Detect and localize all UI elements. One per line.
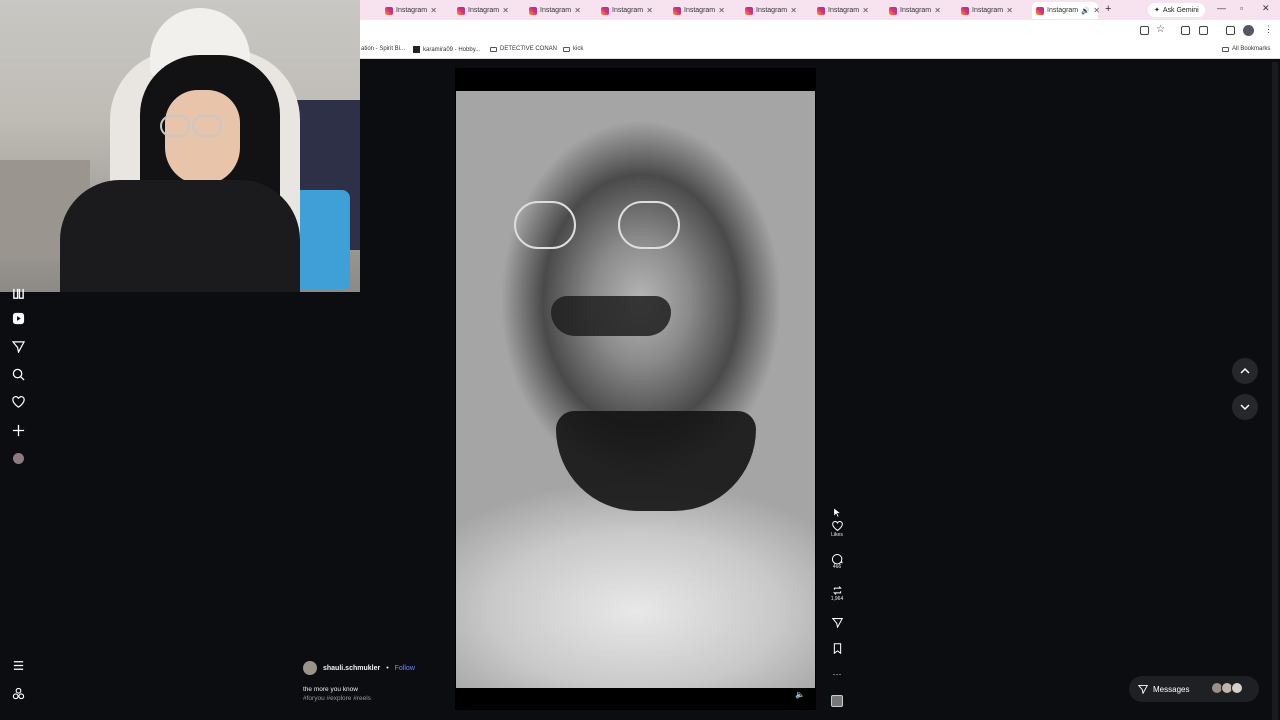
messages-button[interactable]: Messages (1129, 676, 1259, 702)
close-icon[interactable]: ✕ (502, 6, 509, 15)
cast-icon[interactable] (1140, 26, 1149, 35)
instagram-favicon-icon (385, 6, 393, 15)
close-icon[interactable]: ✕ (1006, 6, 1013, 15)
comment-count: 466 (832, 564, 842, 570)
instagram-favicon-icon (601, 6, 609, 15)
bookmark-item[interactable]: ation - Spirit Bl... (361, 46, 405, 52)
likes-label: Likes (831, 532, 843, 538)
reel-author: shauli.schmukler • Follow (303, 661, 415, 675)
site-favicon-icon (413, 46, 420, 53)
like-button[interactable]: Likes (827, 521, 847, 538)
close-icon[interactable]: ✕ (430, 6, 437, 15)
profile-avatar-icon[interactable] (9, 449, 27, 467)
instagram-favicon-icon (745, 6, 753, 15)
bookmark-folder[interactable]: DETECTIVE CONAN (490, 46, 557, 52)
close-icon[interactable]: ✕ (934, 6, 941, 15)
folder-icon (1222, 46, 1229, 52)
extension-icon[interactable] (1181, 26, 1190, 35)
browser-tab[interactable]: Instagram ✕ (653, 2, 725, 19)
bookmark-icon (833, 643, 841, 654)
reels-icon[interactable] (9, 309, 27, 327)
author-username[interactable]: shauli.schmukler (323, 665, 380, 672)
instagram-favicon-icon (673, 6, 681, 15)
instagram-favicon-icon (529, 6, 537, 15)
comment-icon (831, 554, 843, 564)
close-icon[interactable]: ✕ (862, 6, 869, 15)
close-icon[interactable]: ✕ (574, 6, 581, 15)
ask-gemini-button[interactable]: ✦ Ask Gemini (1148, 3, 1205, 17)
star-icon[interactable]: ☆ (1156, 24, 1165, 35)
close-icon[interactable]: ✕ (718, 6, 725, 15)
new-tab-button[interactable]: + (1105, 3, 1111, 15)
browser-tab[interactable]: Instagram ✕ (869, 2, 941, 19)
follow-button[interactable]: Follow (395, 665, 415, 672)
send-icon (1138, 684, 1148, 694)
heart-icon[interactable] (9, 393, 27, 411)
instagram-favicon-icon (1036, 6, 1044, 15)
close-icon[interactable]: ✕ (1093, 6, 1100, 15)
caption-text: the more you know (303, 686, 358, 693)
browser-tab[interactable]: Instagram ✕ (941, 2, 1013, 19)
more-vert-icon[interactable]: ⋮ (1264, 24, 1273, 35)
browser-tab[interactable]: Instagram ✕ (365, 2, 437, 19)
share-button[interactable] (827, 617, 847, 628)
instagram-favicon-icon (817, 6, 825, 15)
webcam-overlay (0, 0, 360, 292)
threads-icon[interactable] (9, 684, 27, 702)
messages-label: Messages (1153, 684, 1190, 694)
close-icon[interactable]: ✕ (646, 6, 653, 15)
browser-tab[interactable]: Instagram ✕ (509, 2, 581, 19)
bookmark-folder[interactable]: kick (563, 46, 583, 52)
restore-button[interactable]: ▫ (1240, 3, 1243, 13)
author-avatar[interactable] (303, 661, 317, 675)
minimize-button[interactable]: — (1217, 3, 1226, 13)
repost-button[interactable]: 1,964 (827, 585, 847, 602)
instagram-favicon-icon (457, 6, 465, 15)
reel-caption: the more you know #foryou #explore #reel… (303, 685, 371, 703)
close-icon[interactable]: ✕ (790, 6, 797, 15)
media-icon[interactable] (1226, 26, 1235, 35)
speaker-icon: 🔊 (1081, 7, 1090, 15)
send-icon[interactable] (9, 337, 27, 355)
scrollbar[interactable] (1272, 62, 1278, 720)
create-plus-icon[interactable] (9, 421, 27, 439)
reel-video[interactable] (456, 91, 815, 688)
search-icon[interactable] (9, 365, 27, 383)
browser-tab[interactable]: Instagram ✕ (437, 2, 509, 19)
heart-icon (831, 521, 843, 532)
browser-tab[interactable]: Instagram ✕ (725, 2, 797, 19)
close-window-button[interactable]: ✕ (1262, 3, 1270, 14)
next-reel-button[interactable] (1232, 394, 1258, 420)
instagram-favicon-icon (961, 6, 969, 15)
explore-icon[interactable] (9, 284, 27, 302)
repost-icon (832, 586, 842, 595)
bookmark-item[interactable]: karamira09 - Hobby... (413, 46, 480, 53)
repost-count: 1,964 (830, 596, 844, 602)
cursor-pointer (827, 507, 847, 518)
send-icon (831, 618, 843, 628)
audio-thumbnail[interactable] (827, 695, 847, 707)
caption-hashtags[interactable]: #foryou #explore #reels (303, 694, 371, 703)
instagram-favicon-icon (889, 6, 897, 15)
menu-icon[interactable] (9, 656, 27, 674)
chevron-up-icon (1240, 367, 1250, 374)
message-avatar (1231, 682, 1243, 694)
profile-avatar[interactable] (1243, 25, 1254, 36)
browser-tab[interactable]: Instagram ✕ (581, 2, 653, 19)
comment-button[interactable]: 466 (827, 553, 847, 570)
sparkle-icon: ✦ (1154, 7, 1160, 14)
volume-icon[interactable]: 🔈 (795, 690, 805, 699)
separator-dot: • (386, 664, 389, 672)
chevron-down-icon (1240, 404, 1250, 411)
save-button[interactable] (827, 643, 847, 654)
browser-tab-active[interactable]: Instagram 🔊 ✕ (1032, 2, 1100, 19)
puzzle-icon[interactable] (1199, 26, 1208, 35)
folder-icon (490, 46, 497, 52)
folder-icon (563, 46, 570, 52)
all-bookmarks-folder[interactable]: All Bookmarks (1222, 46, 1270, 52)
more-options-icon[interactable]: ··· (827, 669, 847, 679)
browser-tab[interactable]: Instagram ✕ (797, 2, 869, 19)
previous-reel-button[interactable] (1232, 358, 1258, 384)
